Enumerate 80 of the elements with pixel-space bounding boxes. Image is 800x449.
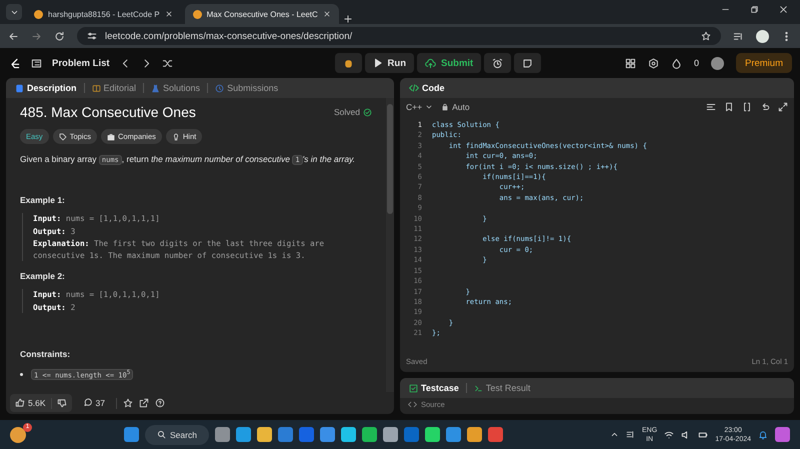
bookmark-icon[interactable] <box>724 102 734 112</box>
note-icon <box>522 58 534 68</box>
share-icon[interactable] <box>138 398 149 408</box>
star-icon[interactable] <box>701 31 711 41</box>
briefcase-icon <box>106 132 115 140</box>
bell-icon[interactable] <box>758 430 768 440</box>
forward-arrow-icon[interactable] <box>31 30 42 42</box>
close-icon[interactable] <box>164 10 173 18</box>
language-selector[interactable]: C++ <box>406 102 434 112</box>
help-icon[interactable] <box>154 398 165 408</box>
comments-button[interactable]: 37 <box>78 394 110 412</box>
undo-icon[interactable] <box>760 102 770 112</box>
list-icon[interactable] <box>31 58 42 68</box>
streak-count: 0 <box>694 58 699 68</box>
timer-button[interactable] <box>484 53 512 73</box>
example-heading: Example 2: <box>20 271 66 281</box>
user-avatar[interactable] <box>710 56 724 70</box>
chevron-down-icon <box>425 103 434 111</box>
panel-tab[interactable]: Submissions <box>212 83 282 93</box>
console-tab[interactable]: Test Result <box>470 383 534 393</box>
site-settings-icon <box>87 31 97 41</box>
play-icon <box>372 58 383 68</box>
flask-icon <box>151 84 160 92</box>
browser-tab[interactable]: Max Consecutive Ones - LeetC <box>184 4 339 24</box>
panel-tab[interactable]: Solutions <box>148 83 204 93</box>
cloud-upload-icon <box>425 58 436 68</box>
solved-status: Solved <box>334 107 372 117</box>
star-icon[interactable] <box>122 398 133 408</box>
settings-icon[interactable] <box>648 58 659 68</box>
constraints-heading: Constraints: <box>20 349 72 359</box>
profile-avatar[interactable] <box>756 30 769 42</box>
panel-tab[interactable]: Description <box>12 83 80 93</box>
tag-icon <box>58 132 67 140</box>
layout-grid-icon[interactable] <box>624 58 636 68</box>
close-icon[interactable] <box>322 10 331 18</box>
restore-icon[interactable] <box>750 4 759 14</box>
premium-button[interactable]: Premium <box>736 53 792 73</box>
lock-icon <box>441 103 450 111</box>
terminal-icon <box>474 384 483 392</box>
tab-search-button[interactable] <box>6 4 22 20</box>
address-bar[interactable]: leetcode.com/problems/max-consecutive-ones/description/ <box>77 27 721 45</box>
reload-icon[interactable] <box>54 30 65 42</box>
browser-tab[interactable]: harshgupta88156 - LeetCode P <box>26 4 181 24</box>
scrollbar[interactable] <box>386 98 394 392</box>
pen-menu-icon[interactable] <box>626 430 636 439</box>
back-arrow-icon[interactable] <box>8 30 19 42</box>
chevron-up-icon[interactable] <box>610 430 620 439</box>
battery-icon[interactable] <box>698 430 708 440</box>
search-icon <box>157 430 166 439</box>
search-button[interactable]: Search <box>145 424 209 444</box>
bullet-icon <box>20 373 23 376</box>
check-circle-icon <box>363 108 372 116</box>
thumbs-up-icon <box>15 398 25 408</box>
thumbs-down-icon <box>56 398 66 408</box>
lightbulb-icon <box>172 132 180 140</box>
wifi-icon[interactable] <box>664 430 674 440</box>
autocomplete-mode[interactable]: Auto <box>441 102 470 112</box>
panel-tab[interactable]: Editorial <box>88 83 140 93</box>
problem-title: 485. Max Consecutive Ones <box>20 104 196 120</box>
code-tab[interactable]: Code <box>406 83 448 93</box>
alarm-clock-icon <box>492 58 504 68</box>
submit-button[interactable]: Submit <box>417 53 482 73</box>
expand-icon[interactable] <box>778 102 788 112</box>
format-icon[interactable] <box>706 102 716 112</box>
checkbox-icon <box>409 384 418 392</box>
plus-icon[interactable] <box>342 14 353 24</box>
media-queue-icon[interactable] <box>733 30 744 42</box>
run-button[interactable]: Run <box>364 53 414 73</box>
notes-button[interactable] <box>514 53 542 73</box>
console-tab[interactable]: Testcase <box>406 383 462 393</box>
code-icon <box>409 83 419 93</box>
debug-button[interactable] <box>334 53 362 73</box>
code-icon <box>408 400 417 409</box>
history-icon <box>215 84 224 92</box>
comment-icon <box>82 398 92 408</box>
problem-list-link[interactable]: Problem List <box>52 58 110 68</box>
close-icon[interactable] <box>779 4 788 14</box>
example-heading: Example 1: <box>20 195 66 205</box>
book-icon <box>92 84 101 92</box>
shuffle-icon[interactable] <box>162 58 173 68</box>
